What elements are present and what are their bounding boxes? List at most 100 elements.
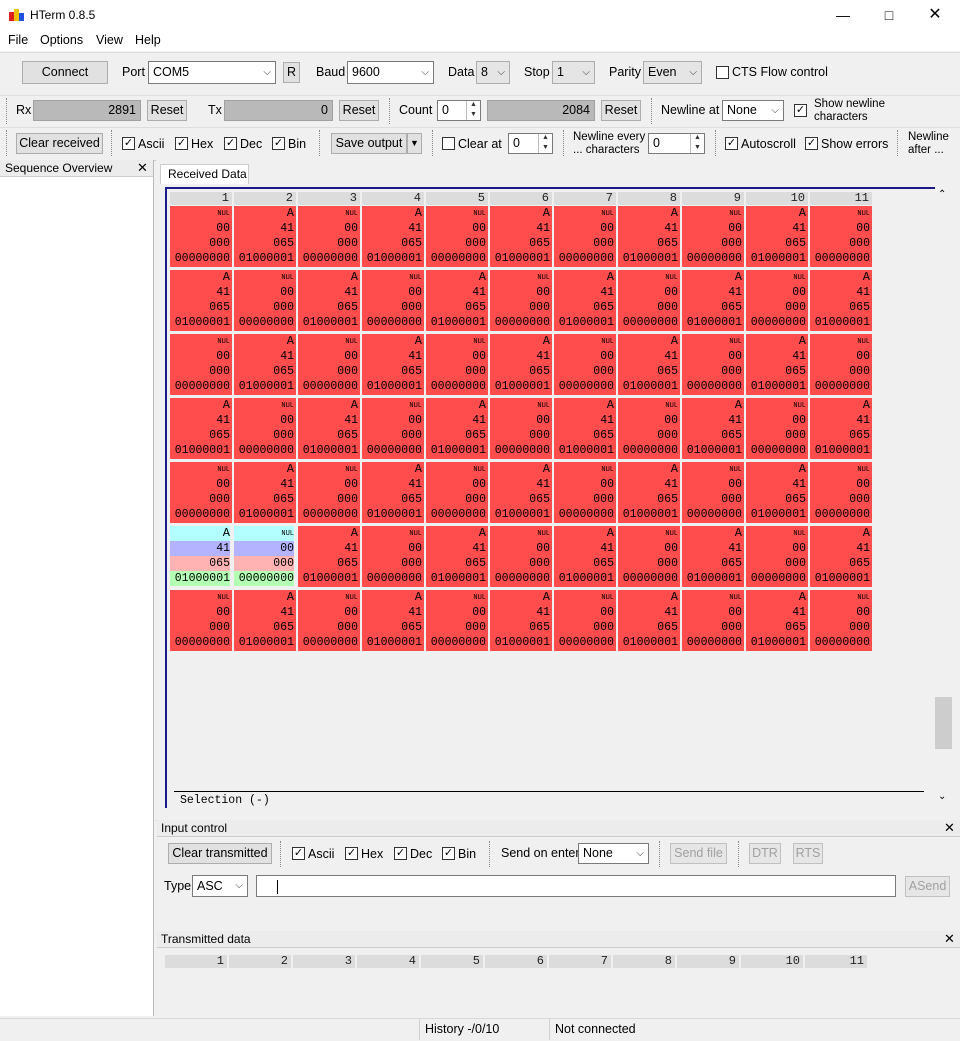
byte-cell[interactable]: NUL 00 000 00000000	[426, 206, 488, 267]
byte-cell[interactable]: A 41 065 01000001	[298, 526, 360, 587]
show-newline-checkbox[interactable]: ✓	[794, 104, 807, 117]
send-on-enter-select[interactable]: None ⌵	[578, 843, 649, 864]
scroll-up-icon[interactable]: ⌃	[938, 189, 946, 200]
data-bits-select[interactable]: 8 ⌵	[476, 61, 510, 84]
byte-cell[interactable]: A 41 065 01000001	[426, 398, 488, 459]
cts-checkbox[interactable]	[716, 66, 729, 79]
byte-cell[interactable]: A 41 065 01000001	[682, 526, 744, 587]
byte-cell[interactable]: A 41 065 01000001	[682, 398, 744, 459]
byte-cell[interactable]: A 41 065 01000001	[490, 590, 552, 651]
menu-options[interactable]: Options	[40, 33, 83, 47]
byte-cell[interactable]: A 41 065 01000001	[426, 270, 488, 331]
byte-cell[interactable]: A 41 065 01000001	[682, 270, 744, 331]
close-icon[interactable]: ✕	[912, 0, 958, 30]
stop-bits-select[interactable]: 1 ⌵	[552, 61, 595, 84]
byte-cell[interactable]: NUL 00 000 00000000	[554, 334, 616, 395]
byte-cell[interactable]: A 41 065 01000001	[618, 590, 680, 651]
byte-cell[interactable]: A 41 065 01000001	[490, 206, 552, 267]
byte-cell[interactable]: NUL 00 000 00000000	[682, 590, 744, 651]
autoscroll-checkbox[interactable]: ✓	[725, 137, 738, 150]
byte-cell[interactable]: A 41 065 01000001	[234, 206, 296, 267]
byte-cell[interactable]: NUL 00 000 00000000	[682, 462, 744, 523]
byte-cell[interactable]: NUL 00 000 00000000	[234, 270, 296, 331]
byte-cell[interactable]: A 41 065 01000001	[426, 526, 488, 587]
port-select[interactable]: COM5 ⌵	[148, 61, 276, 84]
byte-cell[interactable]: NUL 00 000 00000000	[234, 526, 296, 587]
byte-cell[interactable]: NUL 00 000 00000000	[170, 334, 232, 395]
byte-cell[interactable]: NUL 00 000 00000000	[746, 526, 808, 587]
minimize-icon[interactable]: —	[820, 0, 866, 30]
byte-cell[interactable]: NUL 00 000 00000000	[618, 270, 680, 331]
byte-cell[interactable]: A 41 065 01000001	[618, 462, 680, 523]
received-scrollbar[interactable]: ⌃ ⌄	[935, 187, 952, 808]
byte-cell[interactable]: NUL 00 000 00000000	[810, 334, 872, 395]
byte-cell[interactable]: A 41 065 01000001	[746, 206, 808, 267]
byte-cell[interactable]: A 41 065 01000001	[490, 462, 552, 523]
byte-cell[interactable]: NUL 00 000 00000000	[426, 462, 488, 523]
clear-at-spinner[interactable]: ▲ ▼	[538, 134, 552, 153]
byte-cell[interactable]: NUL 00 000 00000000	[426, 590, 488, 651]
byte-cell[interactable]: A 41 065 01000001	[170, 526, 232, 587]
byte-cell[interactable]: NUL 00 000 00000000	[298, 206, 360, 267]
byte-cell[interactable]: A 41 065 01000001	[810, 398, 872, 459]
byte-cell[interactable]: NUL 00 000 00000000	[682, 206, 744, 267]
byte-cell[interactable]: A 41 065 01000001	[554, 398, 616, 459]
byte-cell[interactable]: A 41 065 01000001	[234, 462, 296, 523]
byte-cell[interactable]: A 41 065 01000001	[746, 462, 808, 523]
byte-cell[interactable]: NUL 00 000 00000000	[810, 462, 872, 523]
byte-cell[interactable]: NUL 00 000 00000000	[298, 590, 360, 651]
byte-cell[interactable]: NUL 00 000 00000000	[810, 206, 872, 267]
save-output-button[interactable]: Save output	[331, 133, 407, 154]
byte-cell[interactable]: NUL 00 000 00000000	[426, 334, 488, 395]
baud-select[interactable]: 9600 ⌵	[347, 61, 434, 84]
menu-file[interactable]: File	[8, 33, 28, 47]
rts-button[interactable]: RTS	[793, 843, 823, 864]
newline-at-select[interactable]: None ⌵	[722, 100, 784, 121]
byte-cell[interactable]: NUL 00 000 00000000	[362, 398, 424, 459]
scroll-down-icon[interactable]: ⌄	[938, 791, 946, 802]
transmit-input[interactable]	[256, 875, 896, 897]
newline-every-spinner[interactable]: ▲ ▼	[690, 134, 704, 153]
byte-cell[interactable]: NUL 00 000 00000000	[746, 270, 808, 331]
byte-cell[interactable]: NUL 00 000 00000000	[234, 398, 296, 459]
byte-cell[interactable]: A 41 065 01000001	[554, 270, 616, 331]
byte-cell[interactable]: A 41 065 01000001	[490, 334, 552, 395]
byte-cell[interactable]: A 41 065 01000001	[362, 590, 424, 651]
send-file-button[interactable]: Send file	[670, 843, 727, 864]
spin-up-icon[interactable]: ▲	[539, 134, 552, 144]
byte-cell[interactable]: NUL 00 000 00000000	[362, 526, 424, 587]
spin-down-icon[interactable]: ▼	[691, 144, 704, 154]
byte-cell[interactable]: A 41 065 01000001	[810, 270, 872, 331]
parity-select[interactable]: Even ⌵	[643, 61, 702, 84]
byte-cell[interactable]: NUL 00 000 00000000	[490, 526, 552, 587]
dec-checkbox[interactable]: ✓	[224, 137, 237, 150]
byte-cell[interactable]: NUL 00 000 00000000	[618, 526, 680, 587]
byte-cell[interactable]: NUL 00 000 00000000	[746, 398, 808, 459]
tab-received-data[interactable]: Received Data	[160, 164, 249, 184]
byte-cell[interactable]: A 41 065 01000001	[746, 334, 808, 395]
byte-cell[interactable]: A 41 065 01000001	[362, 462, 424, 523]
input-dec-checkbox[interactable]: ✓	[394, 847, 407, 860]
byte-cell[interactable]: NUL 00 000 00000000	[618, 398, 680, 459]
refresh-ports-button[interactable]: R	[283, 62, 300, 83]
byte-cell[interactable]: A 41 065 01000001	[362, 206, 424, 267]
byte-cell[interactable]: A 41 065 01000001	[810, 526, 872, 587]
menu-view[interactable]: View	[96, 33, 123, 47]
spin-up-icon[interactable]: ▲	[691, 134, 704, 144]
byte-cell[interactable]: NUL 00 000 00000000	[554, 206, 616, 267]
byte-cell[interactable]: NUL 00 000 00000000	[170, 206, 232, 267]
byte-cell[interactable]: NUL 00 000 00000000	[490, 270, 552, 331]
byte-cell[interactable]: A 41 065 01000001	[618, 334, 680, 395]
byte-cell[interactable]: A 41 065 01000001	[234, 590, 296, 651]
hex-checkbox[interactable]: ✓	[175, 137, 188, 150]
tx-reset-button[interactable]: Reset	[339, 100, 379, 121]
close-icon[interactable]: ✕	[944, 931, 955, 947]
connect-button[interactable]: Connect	[22, 61, 108, 84]
byte-cell[interactable]: NUL 00 000 00000000	[682, 334, 744, 395]
menu-help[interactable]: Help	[135, 33, 161, 47]
byte-cell[interactable]: A 41 065 01000001	[170, 270, 232, 331]
spin-down-icon[interactable]: ▼	[539, 144, 552, 154]
input-hex-checkbox[interactable]: ✓	[345, 847, 358, 860]
rx-reset-button[interactable]: Reset	[147, 100, 187, 121]
type-select[interactable]: ASC ⌵	[192, 875, 248, 897]
